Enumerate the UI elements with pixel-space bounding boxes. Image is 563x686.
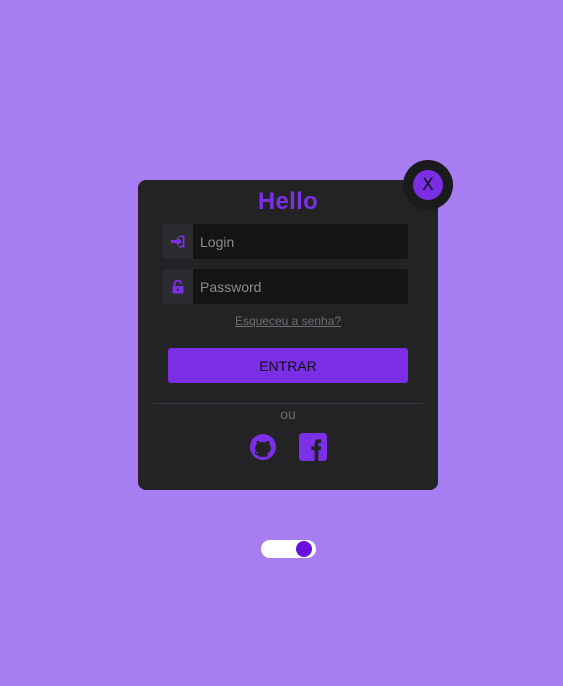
close-label: X — [413, 170, 443, 200]
unlock-icon — [163, 269, 193, 304]
divider — [153, 403, 423, 404]
forgot-password-link[interactable]: Esqueceu a senha? — [138, 314, 438, 328]
card-title: Hello — [257, 188, 319, 215]
password-field-group — [163, 269, 408, 304]
login-field-group — [163, 224, 408, 259]
or-label: ou — [280, 406, 296, 422]
submit-button[interactable]: ENTRAR — [168, 348, 408, 383]
sign-in-icon — [163, 224, 193, 259]
login-input[interactable] — [193, 224, 408, 259]
password-input[interactable] — [193, 269, 408, 304]
github-icon[interactable] — [249, 433, 277, 461]
theme-toggle[interactable] — [261, 540, 316, 558]
close-button[interactable]: X — [403, 160, 453, 210]
facebook-icon[interactable] — [299, 433, 327, 461]
toggle-knob — [296, 541, 312, 557]
login-card: Hello Esqueceu a senha? ENTRAR ou — [138, 180, 438, 490]
